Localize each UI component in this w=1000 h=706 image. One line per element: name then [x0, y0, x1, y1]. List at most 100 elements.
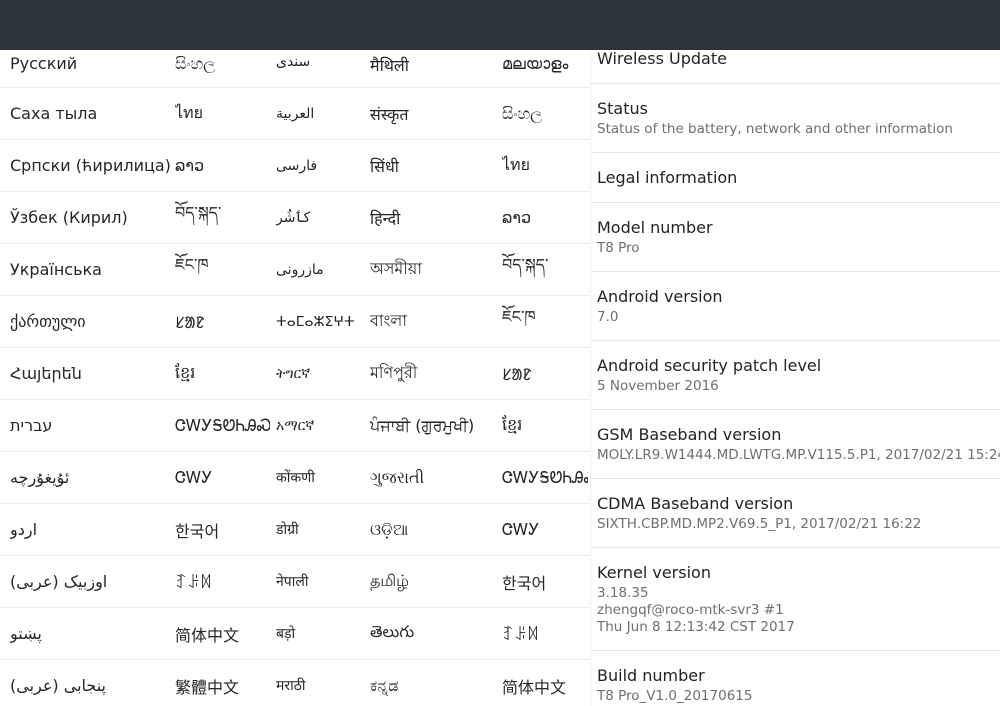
- language-item[interactable]: ไทย: [502, 140, 588, 191]
- language-item[interactable]: ଓଡ଼ିଆ: [370, 504, 498, 555]
- language-row: پنجابی (عربی) 繁體中文 मराठी ಕನ್ನಡ 简体中文: [0, 660, 590, 706]
- language-item[interactable]: Ўзбек (Кирил): [10, 192, 170, 243]
- language-item[interactable]: ខ្មែរ: [175, 348, 270, 399]
- item-title: Status: [597, 99, 648, 118]
- language-item[interactable]: ລາວ: [502, 192, 588, 243]
- item-summary: 3.18.35: [597, 585, 649, 601]
- language-item[interactable]: తెలుగు: [370, 608, 498, 659]
- kernel-version-item[interactable]: Kernel version 3.18.35 zhengqf@roco-mtk-…: [591, 548, 1000, 651]
- language-item[interactable]: 简体中文: [175, 608, 270, 659]
- language-item[interactable]: සිංහල: [502, 88, 588, 139]
- language-item[interactable]: ಕನ್ನಡ: [370, 660, 498, 706]
- language-item[interactable]: हिन्दी: [370, 192, 498, 243]
- language-item[interactable]: اوزبیک (عربی): [10, 556, 170, 607]
- language-item[interactable]: Српски (ћирилица): [10, 140, 170, 191]
- language-item[interactable]: कोंकणी: [276, 452, 366, 503]
- language-item[interactable]: ᏣᎳᎩ: [175, 452, 270, 503]
- model-number-item[interactable]: Model number T8 Pro: [591, 203, 1000, 272]
- item-summary: Status of the battery, network and other…: [597, 121, 953, 137]
- language-row: اردو 한국어 डोग्री ଓଡ଼ିଆ ᏣᎳᎩ: [0, 504, 590, 556]
- item-summary: T8 Pro_V1.0_20170615: [597, 688, 753, 704]
- legal-information-item[interactable]: Legal information: [591, 153, 1000, 203]
- language-item[interactable]: सिंधी: [370, 140, 498, 191]
- language-item[interactable]: پنجابی (عربی): [10, 660, 170, 706]
- language-item[interactable]: ᱥᱟᱱ: [502, 348, 588, 399]
- language-item[interactable]: 한국어: [502, 556, 588, 607]
- language-item[interactable]: Українська: [10, 244, 170, 295]
- language-row: Հայերեն ខ្មែរ ትግርኛ মণিপুরী ᱥᱟᱱ: [0, 348, 590, 400]
- item-summary: T8 Pro: [597, 240, 640, 256]
- language-item[interactable]: অসমীয়া: [370, 244, 498, 295]
- item-title: Wireless Update: [597, 50, 727, 68]
- language-row: ئۇيغۇرچە ᏣᎳᎩ कोंकणी ગુજરાતી ᏣᎳᎩᎦᏬᏂᎯᏍᏗ: [0, 452, 590, 504]
- language-item[interactable]: ગુજરાતી: [370, 452, 498, 503]
- language-item[interactable]: سندی: [276, 50, 366, 87]
- language-item[interactable]: ᏣᎳᎩ: [502, 504, 588, 555]
- item-summary: zhengqf@roco-mtk-svr3 #1: [597, 602, 784, 618]
- language-item[interactable]: मैथिली: [370, 50, 498, 87]
- language-item[interactable]: डोग्री: [276, 504, 366, 555]
- status-bar: [0, 0, 1000, 50]
- language-item[interactable]: बड़ो: [276, 608, 366, 659]
- language-item[interactable]: ລາວ: [175, 140, 270, 191]
- item-summary: MOLY.LR9.W1444.MD.LWTG.MP.V115.5.P1, 201…: [597, 447, 1000, 463]
- language-item[interactable]: አማርኛ: [276, 400, 366, 451]
- language-list[interactable]: Русский සිංහල سندی मैथिली മലയാളം Саха ты…: [0, 50, 590, 706]
- language-item[interactable]: ਪੰਜਾਬੀ (ਗੁਰਮੁਖੀ): [370, 400, 498, 451]
- security-patch-item[interactable]: Android security patch level 5 November …: [591, 341, 1000, 410]
- language-item[interactable]: মণিপুরী: [370, 348, 498, 399]
- language-row: Српски (ћирилица) ລາວ فارسی सिंधी ไทย: [0, 140, 590, 192]
- language-item[interactable]: मराठी: [276, 660, 366, 706]
- language-item[interactable]: සිංහල: [175, 50, 270, 87]
- gsm-baseband-item[interactable]: GSM Baseband version MOLY.LR9.W1444.MD.L…: [591, 410, 1000, 479]
- about-phone-list[interactable]: Wireless Update Status Status of the bat…: [591, 50, 1000, 706]
- language-row: Українська ཇོང་ཁ مازرونی অসমীয়া བོད་སྐད…: [0, 244, 590, 296]
- language-item[interactable]: کٲشُر: [276, 192, 366, 243]
- language-item[interactable]: اردو: [10, 504, 170, 555]
- language-item[interactable]: مازرونی: [276, 244, 366, 295]
- language-item[interactable]: Русский: [10, 50, 170, 87]
- language-item[interactable]: العربية: [276, 88, 366, 139]
- language-item[interactable]: ᏣᎳᎩᎦᏬᏂᎯᏍᏗ: [175, 400, 270, 451]
- item-title: Kernel version: [597, 563, 711, 582]
- language-item[interactable]: ꆈꌠꉙ: [175, 556, 270, 607]
- language-item[interactable]: தமிழ்: [370, 556, 498, 607]
- language-item[interactable]: ትግርኛ: [276, 348, 366, 399]
- language-item[interactable]: ⵜⴰⵎⴰⵣⵉⵖⵜ: [276, 296, 366, 347]
- language-row: עברית ᏣᎳᎩᎦᏬᏂᎯᏍᏗ አማርኛ ਪੰਜਾਬੀ (ਗੁਰਮੁਖੀ) ខ្…: [0, 400, 590, 452]
- language-item[interactable]: മലയാളം: [502, 50, 588, 87]
- wireless-update-item[interactable]: Wireless Update: [591, 50, 1000, 84]
- item-title: Legal information: [597, 168, 738, 187]
- language-item[interactable]: ᏣᎳᎩᎦᏬᏂᎯᏍᏗ: [502, 452, 588, 503]
- language-item[interactable]: فارسی: [276, 140, 366, 191]
- language-item[interactable]: ئۇيغۇرچە: [10, 452, 170, 503]
- item-summary: SIXTH.CBP.MD.MP2.V69.5_P1, 2017/02/21 16…: [597, 516, 922, 532]
- language-item[interactable]: ꆈꌠꉙ: [502, 608, 588, 659]
- language-item[interactable]: Հայերեն: [10, 348, 170, 399]
- language-item[interactable]: 한국어: [175, 504, 270, 555]
- language-item[interactable]: ไทย: [175, 88, 270, 139]
- language-row: Саха тыла ไทย العربية संस्कृत සිංහල: [0, 88, 590, 140]
- build-number-item[interactable]: Build number T8 Pro_V1.0_20170615: [591, 651, 1000, 706]
- language-item[interactable]: 繁體中文: [175, 660, 270, 706]
- status-item[interactable]: Status Status of the battery, network an…: [591, 84, 1000, 153]
- language-item[interactable]: Саха тыла: [10, 88, 170, 139]
- item-title: GSM Baseband version: [597, 425, 782, 444]
- language-item[interactable]: संस्कृत: [370, 88, 498, 139]
- language-item[interactable]: ᱥᱟᱱ: [175, 296, 270, 347]
- language-item[interactable]: پښتو: [10, 608, 170, 659]
- language-item[interactable]: 简体中文: [502, 660, 588, 706]
- language-item[interactable]: བོད་སྐད་: [502, 244, 588, 295]
- language-item[interactable]: ཇོང་ཁ: [502, 296, 588, 347]
- android-version-item[interactable]: Android version 7.0: [591, 272, 1000, 341]
- language-item[interactable]: བོད་སྐད་: [175, 192, 270, 243]
- cdma-baseband-item[interactable]: CDMA Baseband version SIXTH.CBP.MD.MP2.V…: [591, 479, 1000, 548]
- item-title: Android version: [597, 287, 723, 306]
- language-row: Ўзбек (Кирил) བོད་སྐད་ کٲشُر हिन्दी ລາວ: [0, 192, 590, 244]
- language-item[interactable]: ქართული: [10, 296, 170, 347]
- language-item[interactable]: বাংলা: [370, 296, 498, 347]
- language-item[interactable]: עברית: [10, 400, 170, 451]
- language-item[interactable]: नेपाली: [276, 556, 366, 607]
- language-item[interactable]: ཇོང་ཁ: [175, 244, 270, 295]
- language-item[interactable]: ខ្មែរ: [502, 400, 588, 451]
